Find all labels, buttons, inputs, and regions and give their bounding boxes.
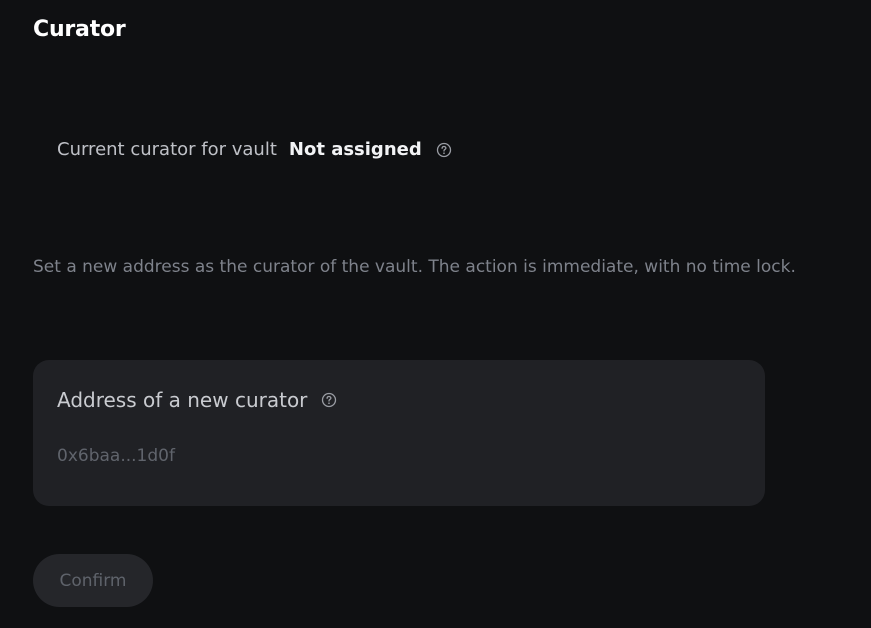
current-curator-row: Current curator for vault Not assigned [57, 139, 452, 160]
new-curator-label-row: Address of a new curator [57, 388, 337, 412]
curator-description: Set a new address as the curator of the … [33, 257, 796, 277]
current-curator-label: Current curator for vault [57, 139, 277, 160]
new-curator-label: Address of a new curator [57, 388, 308, 412]
curator-address-input[interactable] [57, 442, 737, 470]
new-curator-card: Address of a new curator [33, 360, 765, 506]
question-circle-icon[interactable] [436, 142, 452, 158]
current-curator-value: Not assigned [288, 139, 422, 160]
question-circle-icon[interactable] [321, 392, 337, 408]
confirm-button[interactable]: Confirm [33, 554, 153, 607]
page-title: Curator [33, 17, 126, 42]
